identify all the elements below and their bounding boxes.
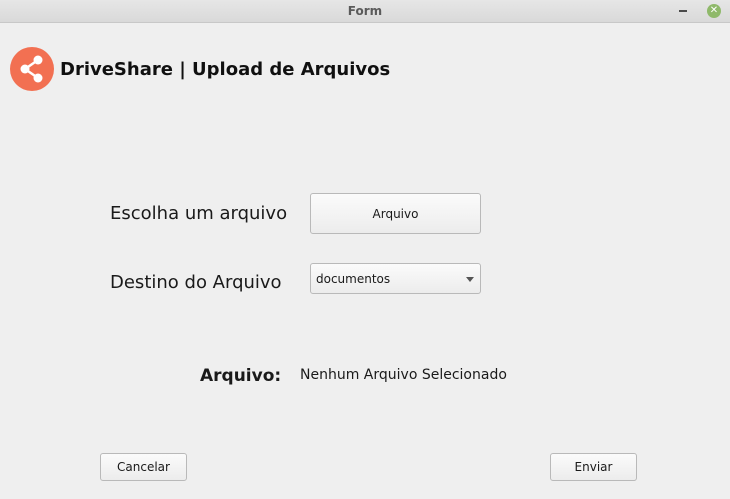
window-titlebar: Form ✕ [0, 0, 730, 23]
window-title: Form [347, 4, 383, 18]
app-title: DriveShare | Upload de Arquivos [60, 59, 391, 80]
selected-file-label: Arquivo: [200, 366, 282, 386]
destination-select-value: documentos [316, 272, 391, 286]
close-icon[interactable]: ✕ [707, 4, 721, 18]
share-icon [10, 47, 54, 91]
minimize-icon[interactable] [679, 10, 687, 12]
destination-select[interactable]: documentos [310, 263, 481, 294]
submit-button[interactable]: Enviar [550, 453, 637, 481]
chevron-down-icon [466, 277, 474, 282]
file-choice-label: Escolha um arquivo [110, 203, 288, 224]
choose-file-button[interactable]: Arquivo [310, 193, 481, 234]
destination-label: Destino do Arquivo [110, 272, 282, 293]
cancel-button[interactable]: Cancelar [100, 453, 187, 481]
selected-file-value: Nenhum Arquivo Selecionado [300, 367, 507, 383]
